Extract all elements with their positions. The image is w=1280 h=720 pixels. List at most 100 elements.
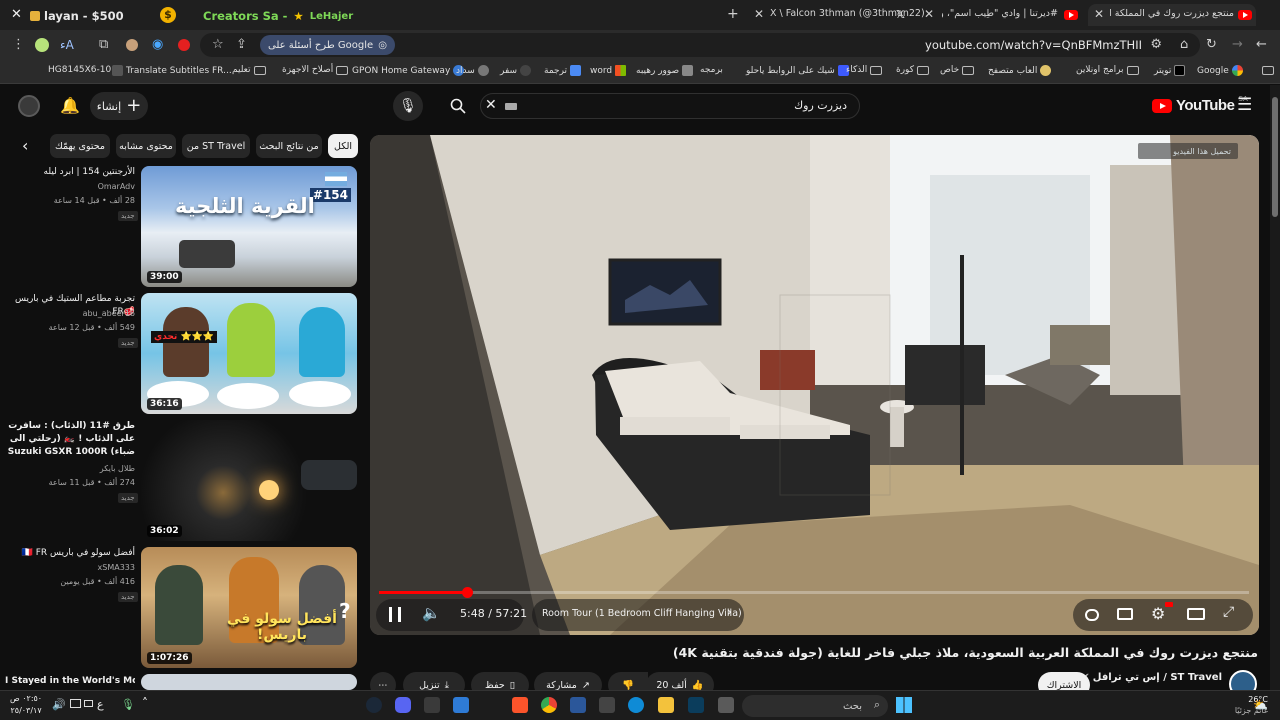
rec-thumbnail-3[interactable]: 36:02 — [141, 420, 357, 541]
rec-thumbnail-4[interactable]: أفضل سولو في باريس! ? 1:07:26 — [141, 547, 357, 668]
tray-chevron-icon[interactable]: ˄ — [142, 696, 148, 710]
cookie-extension-icon[interactable] — [126, 39, 138, 51]
bookmark-kora[interactable]: كورة — [896, 65, 929, 75]
rec-channel-4[interactable]: xSMA333 — [98, 563, 135, 572]
tab-x-falcon[interactable]: ✕ X \ Falcon 3thman (@3thman22) 𝕏 — [748, 4, 925, 26]
notifications-bell-icon[interactable]: 🔔 — [60, 96, 80, 115]
terminal-icon[interactable] — [688, 697, 704, 713]
menu-dots-icon[interactable]: ⋮ — [12, 37, 25, 53]
rec-channel-1[interactable]: OmarAdv — [98, 182, 135, 191]
theater-mode-icon[interactable] — [1187, 608, 1205, 620]
keyboard-icon[interactable] — [505, 103, 517, 110]
keyboard-lang[interactable]: ع — [97, 698, 104, 711]
rec-channel-3[interactable]: طلال بايكر — [100, 464, 135, 473]
rec-thumbnail-2[interactable]: تحدي ⭐⭐⭐ 36:16 — [141, 293, 357, 414]
volume-icon[interactable]: 🔈 — [422, 604, 441, 622]
account-avatar[interactable] — [18, 95, 40, 117]
close-tab-icon[interactable]: ✕ — [924, 7, 934, 21]
chapter-pill[interactable]: Room Tour (1 Bedroom Cliff Hanging Villa… — [532, 599, 744, 631]
profile-avatar[interactable] — [35, 38, 49, 52]
progress-bar[interactable] — [379, 587, 1249, 598]
chip-all[interactable]: الكل — [328, 134, 358, 158]
rec-title-5[interactable]: I Stayed in the World's Most — [5, 675, 135, 688]
rec-thumbnail-1[interactable]: #154 القرية الثلجية 39:00 — [141, 166, 357, 287]
chrome-icon[interactable] — [541, 697, 557, 713]
bookmark-suwar[interactable]: صوور رهيبه — [636, 65, 694, 76]
wifi-extension-icon[interactable]: ◉ — [152, 37, 163, 53]
channel-name[interactable]: ST Travel / إس تي ترافل ✔ — [1081, 672, 1222, 683]
close-window-icon[interactable]: ✕ — [11, 7, 22, 22]
tab-active-video[interactable]: ✕ منتجع ديزرت روك في المملكة العربية — [1088, 4, 1256, 26]
create-button[interactable]: إنشاء + — [90, 92, 148, 120]
brave-icon[interactable] — [512, 697, 528, 713]
bookmark-safar[interactable]: سفر — [500, 65, 532, 76]
search-button[interactable] — [436, 93, 480, 119]
photos-icon[interactable] — [453, 697, 469, 713]
ask-google-pill[interactable]: طرح أسئلة على Google ◎ — [260, 35, 395, 55]
bookmark-thakaa[interactable]: الذكاء — [846, 65, 883, 75]
share-page-icon[interactable]: ⇪ — [236, 37, 247, 53]
hamburger-menu-icon[interactable]: ☰ — [1237, 95, 1252, 115]
bookmark-sadad[interactable]: سداد — [456, 65, 489, 76]
chips-scroll-left-icon[interactable]: ‹ — [22, 136, 28, 155]
scrollbar-thumb[interactable] — [1272, 97, 1278, 217]
clock[interactable]: ٠٢:٥٠ ص ٢٥/٠٣/١٧ — [10, 693, 42, 717]
record-extension-icon[interactable] — [178, 39, 190, 51]
search-input[interactable]: ✕ ديزرت روك — [480, 93, 860, 119]
taskbar-search[interactable]: بحث ⌕ — [742, 695, 888, 717]
battery-icon[interactable] — [84, 700, 93, 707]
edge-icon[interactable] — [628, 697, 644, 713]
chip-similar[interactable]: محتوى مشابه — [116, 134, 176, 158]
bookmark-star-icon[interactable]: ☆ — [212, 37, 224, 53]
rec-title-1[interactable]: الأرجنتين 154 | ابرد ليله — [7, 166, 135, 179]
back-icon[interactable]: ← — [1256, 37, 1267, 53]
mic-tray-icon[interactable]: 🎙 — [121, 698, 135, 711]
speaker-icon[interactable]: 🔊 — [52, 698, 66, 711]
rec-title-3[interactable]: طرق #11 (الذئاب) : سافرت على الذئاب ! 🏍️… — [7, 420, 135, 459]
taskview-icon[interactable] — [718, 697, 734, 713]
fullscreen-icon[interactable]: ⤢ — [1223, 604, 1234, 620]
bookmark-taalim[interactable]: تعليم — [232, 65, 266, 75]
autoplay-toggle-icon[interactable] — [1085, 609, 1099, 621]
site-settings-icon[interactable]: ⚙ — [1150, 37, 1162, 53]
word-icon[interactable] — [570, 697, 586, 713]
extensions-icon[interactable]: ⧉ — [99, 37, 108, 53]
chip-related-interest[interactable]: محتوى يهمّك — [50, 134, 110, 158]
reload-icon[interactable]: ↻ — [1206, 37, 1217, 53]
store-icon[interactable] — [599, 697, 615, 713]
download-overlay-text[interactable]: تحميل هذا الفيديو — [1173, 147, 1231, 156]
clear-search-icon[interactable]: ✕ — [485, 97, 497, 113]
video-player[interactable]: تحميل هذا الفيديو 🔈 5:48 / 57:21 Room To… — [370, 135, 1259, 635]
bookmark-khas[interactable]: خاص — [940, 65, 975, 75]
rec-channel-2[interactable]: abu_abeer16 — [83, 309, 135, 318]
file-explorer-icon[interactable] — [658, 697, 674, 713]
bookmark-games[interactable]: العاب متصفح — [988, 65, 1052, 76]
tab-diretna[interactable]: ✕ #ديرتنا | وادي "طِيب اسم"، واحة سياحية — [920, 4, 1080, 26]
translate-extension-icon[interactable]: ءA — [60, 37, 74, 53]
close-tab-icon[interactable]: ✕ — [1094, 7, 1104, 21]
bookmark-twitter[interactable]: تويتر — [1154, 65, 1186, 76]
bookmark-translate-subtitles[interactable]: Translate Subtitles FR... — [112, 65, 232, 76]
bookmark-online-programs[interactable]: برامج اونلاين — [1076, 65, 1139, 75]
youtube-logo[interactable]: YouTube SA — [1152, 95, 1248, 114]
new-tab-icon[interactable]: + — [727, 6, 739, 22]
bookmark-gpon[interactable]: GPON Home Gateway — [352, 65, 465, 76]
network-icon[interactable] — [70, 699, 81, 708]
voice-search-button[interactable]: 🎙 — [393, 91, 423, 121]
subtitles-icon[interactable] — [1117, 608, 1133, 620]
home-icon[interactable]: ⌂ — [1180, 37, 1188, 53]
bookmark-islah[interactable]: أصلاح الاجهزة — [282, 65, 349, 75]
bookmark-tarjama[interactable]: ترجمة — [544, 65, 582, 76]
chip-from-channel[interactable]: من ST Travel — [182, 134, 250, 158]
bookmark-links-check[interactable]: شيك على الروابط ياحلو — [746, 65, 849, 76]
extension-balance[interactable]: layan - $500 — [30, 9, 124, 23]
forward-icon[interactable]: → — [1232, 37, 1243, 53]
pause-icon[interactable] — [389, 607, 401, 622]
steam-icon[interactable] — [366, 697, 382, 713]
bookmark-barmaja[interactable]: برمجه — [700, 65, 723, 75]
progress-scrubber[interactable] — [461, 587, 473, 598]
page-scrollbar[interactable] — [1270, 85, 1280, 690]
url-box[interactable]: ☆ ⇪ طرح أسئلة على Google ◎ youtube.com/w… — [200, 33, 1200, 57]
tab-creators[interactable]: Creators Sa - ★ LeHajer — [203, 9, 353, 23]
settings-gear-icon[interactable]: ⚙ — [1151, 604, 1165, 623]
